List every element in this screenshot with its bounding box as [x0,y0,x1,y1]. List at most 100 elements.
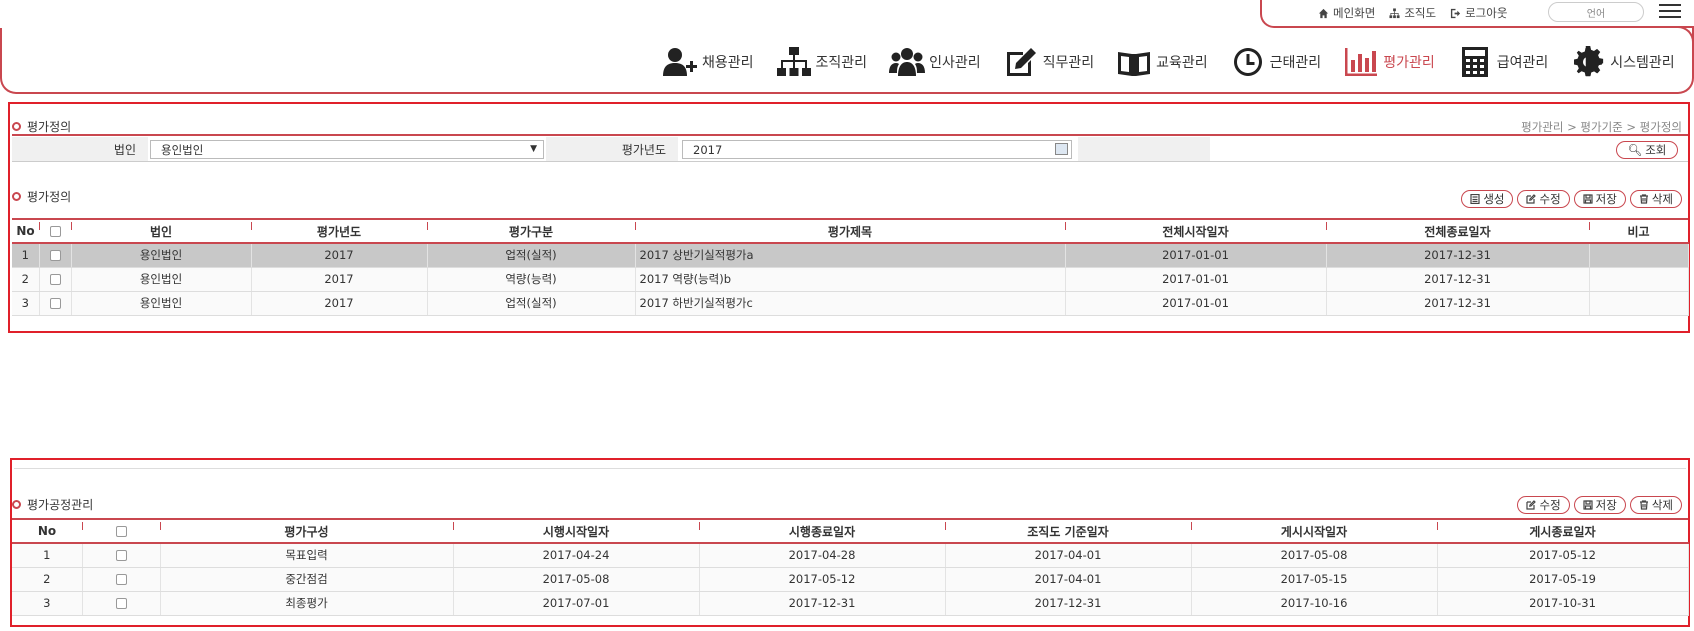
bar-chart-icon [1345,48,1378,76]
logout-icon [1450,8,1461,18]
delete-button[interactable]: 삭제 [1629,190,1682,208]
nav-item-evaluation[interactable]: 평가관리 [1343,44,1435,80]
col-header-title[interactable]: 평가제목 [635,218,1065,244]
col-header-exec-start[interactable]: 시행시작일자 [453,518,699,544]
cell-note [1589,243,1689,268]
top-utility-bar: 메인화면 조직도 로그아웃 언어 [1260,0,1694,28]
cell-start-date: 2017-01-01 [1065,243,1327,268]
gear-icon [1574,46,1604,77]
select-all-checkbox[interactable] [49,226,61,237]
nav-item-label: 평가관리 [1383,55,1435,71]
col-header-type[interactable]: 평가구분 [427,218,635,244]
corp-select[interactable]: 용인법인 ▼ [150,140,544,159]
save-icon [1583,500,1593,510]
section-title: 평가정의 [12,118,71,135]
select-all-checkbox[interactable] [115,526,127,537]
nav-item-recruit[interactable]: 채용관리 [662,44,754,80]
create-button[interactable]: 생성 [1461,190,1514,208]
empty-label-cell [1078,137,1210,161]
cell-start-date: 2017-01-01 [1065,291,1327,316]
col-header-year[interactable]: 평가년도 [251,218,427,244]
year-label: 평가년도 [546,137,678,161]
nav-item-organization[interactable]: 조직관리 [776,44,868,80]
table-row[interactable]: 2 용인법인 2017 역량(능력) 2017 역량(능력)b 2017-01-… [12,267,1689,292]
col-header-select-all[interactable] [39,218,71,244]
nav-item-label: 급여관리 [1496,55,1549,71]
cell-checkbox[interactable] [39,267,72,292]
edit-button[interactable]: 수정 [1517,190,1570,208]
language-select[interactable]: 언어 [1548,2,1644,22]
cell-checkbox[interactable] [39,243,72,268]
row-checkbox[interactable] [115,550,127,562]
col-header-start-date[interactable]: 전체시작일자 [1065,218,1326,244]
section-title-text: 평가정의 [27,120,72,134]
logout-link[interactable]: 로그아웃 [1450,5,1507,21]
cell-post-start: 2017-10-16 [1191,591,1438,616]
nav-item-job[interactable]: 직무관리 [1003,44,1094,80]
people-icon [889,48,926,76]
grid1-toolbar: 생성 수정 저장 삭제 [1461,190,1682,208]
row-checkbox[interactable] [49,250,61,262]
save-button[interactable]: 저장 [1573,190,1626,208]
col-header-note[interactable]: 비고 [1589,218,1688,244]
book-icon [1118,52,1151,76]
nav-item-education[interactable]: 교육관리 [1116,44,1208,80]
calendar-icon[interactable] [1055,143,1068,155]
org-chart-link-label: 조직도 [1404,6,1437,20]
nav-item-personnel[interactable]: 인사관리 [889,44,981,80]
cell-checkbox[interactable] [39,291,72,316]
cell-checkbox[interactable] [82,567,161,592]
col-header-select-all[interactable] [82,518,160,544]
col-header-org-date[interactable]: 조직도 기준일자 [945,518,1191,544]
col-header-post-end[interactable]: 게시종료일자 [1437,518,1688,544]
delete-button[interactable]: 삭제 [1629,496,1682,514]
home-link[interactable]: 메인화면 [1318,5,1375,21]
cell-checkbox[interactable] [82,543,161,568]
cell-checkbox[interactable] [82,591,161,616]
table-row[interactable]: 2 중간점검 2017-05-08 2017-05-12 2017-04-01 … [12,567,1689,592]
cell-exec-start: 2017-04-24 [453,543,700,568]
table-row[interactable]: 3 용인법인 2017 업적(실적) 2017 하반기실적평가c 2017-01… [12,291,1689,316]
cell-composition: 목표입력 [160,543,454,568]
cell-corp: 용인법인 [71,243,252,268]
row-checkbox[interactable] [49,298,61,309]
col-header-corp[interactable]: 법인 [71,218,251,244]
col-header-no[interactable]: No [12,518,82,544]
year-input-value: 2017 [693,142,723,157]
menu-icon[interactable] [1659,4,1681,18]
grid-title-text: 평가정의 [27,190,72,204]
search-button[interactable]: 🔍︎ 조회 [1616,141,1678,159]
nav-item-payroll[interactable]: 급여관리 [1457,44,1549,80]
nav-item-label: 조직관리 [815,55,868,71]
nav-item-system[interactable]: 시스템관리 [1570,44,1675,80]
cell-type: 업적(실적) [427,291,636,316]
org-chart-link[interactable]: 조직도 [1389,5,1436,21]
cell-composition: 중간점검 [160,567,454,592]
cell-no: 3 [12,291,40,316]
row-checkbox[interactable] [49,274,61,285]
save-button[interactable]: 저장 [1573,496,1626,514]
cell-post-end: 2017-05-12 [1437,543,1689,568]
row-checkbox[interactable] [115,598,127,609]
edit-button[interactable]: 수정 [1517,496,1570,514]
table-row[interactable]: 1 용인법인 2017 업적(실적) 2017 상반기실적평가a 2017-01… [12,243,1689,268]
year-input[interactable]: 2017 [682,140,1072,159]
nav-item-label: 채용관리 [702,55,754,71]
save-button-label: 저장 [1595,498,1617,512]
col-header-post-start[interactable]: 게시시작일자 [1191,518,1437,544]
col-header-no[interactable]: No [12,218,39,244]
main-nav: 채용관리 조직관리 인사관리 직무관리 교육관리 근태관리 평가관리 급여관리 … [662,44,1694,80]
dropdown-arrow-icon: ▼ [530,144,537,154]
cell-title: 2017 하반기실적평가c [635,291,1066,316]
col-header-end-date[interactable]: 전체종료일자 [1326,218,1589,244]
col-header-exec-end[interactable]: 시행종료일자 [699,518,945,544]
cell-no: 1 [12,243,40,268]
table-header-row: No 법인 평가년도 평가구분 평가제목 전체시작일자 전체종료일자 비고 [12,218,1688,244]
col-header-composition[interactable]: 평가구성 [160,518,453,544]
table-row[interactable]: 3 최종평가 2017-07-01 2017-12-31 2017-12-31 … [12,591,1689,616]
nav-item-attendance[interactable]: 근태관리 [1230,44,1321,80]
row-checkbox[interactable] [115,574,127,585]
table-row[interactable]: 1 목표입력 2017-04-24 2017-04-28 2017-04-01 … [12,543,1689,568]
create-button-label: 생성 [1483,192,1505,206]
edit-button-label: 수정 [1539,498,1561,512]
